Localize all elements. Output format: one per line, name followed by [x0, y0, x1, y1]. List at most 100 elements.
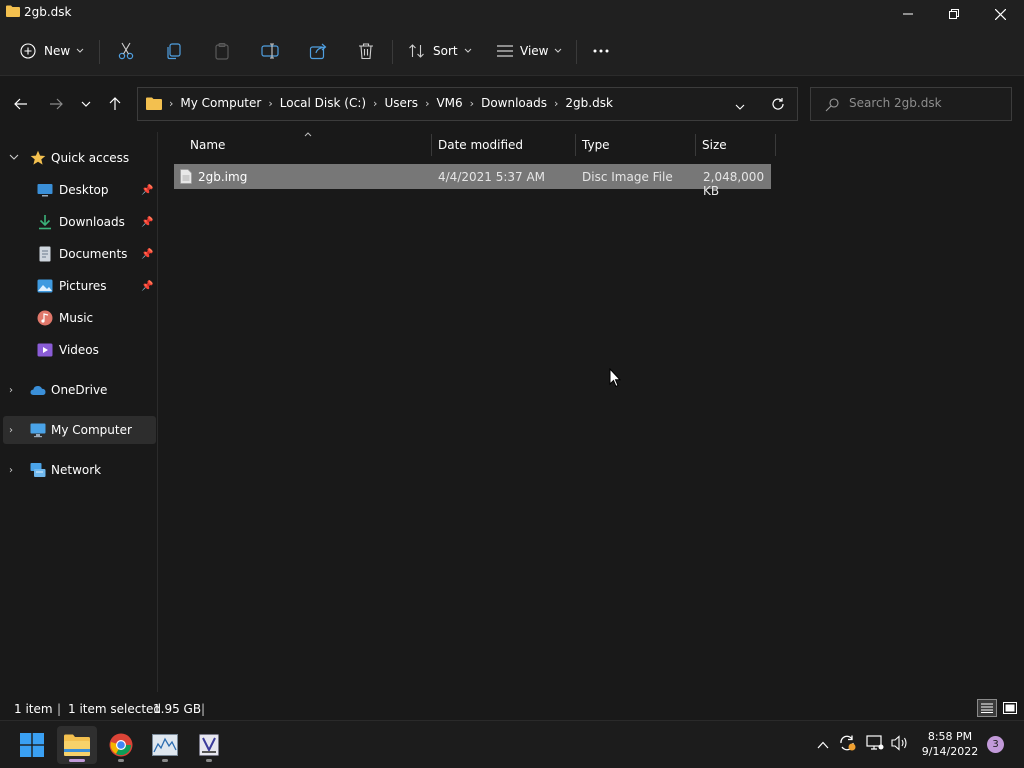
refresh-button[interactable] — [771, 97, 785, 114]
restore-icon — [949, 9, 959, 19]
chrome-icon — [109, 733, 133, 757]
chevron-down-icon — [464, 48, 471, 53]
column-name[interactable]: Name — [190, 138, 225, 152]
chevron-right-icon[interactable]: › — [470, 97, 474, 110]
share-icon — [309, 43, 327, 60]
taskbar-resource-monitor[interactable] — [145, 726, 185, 764]
column-divider[interactable] — [695, 134, 696, 156]
share-button[interactable] — [309, 38, 327, 64]
start-button[interactable] — [12, 726, 52, 764]
network-status-icon — [866, 735, 884, 750]
pin-icon[interactable]: 📌 — [141, 185, 153, 196]
column-divider[interactable] — [431, 134, 432, 156]
sidebar-item-network[interactable]: › Network — [0, 456, 156, 484]
taskbar-chrome[interactable] — [101, 726, 141, 764]
details-view-button[interactable] — [977, 699, 997, 717]
cloud-icon — [30, 386, 46, 395]
crumb-vm6[interactable]: VM6 — [436, 96, 462, 110]
crumb-my-computer[interactable]: My Computer — [180, 96, 261, 110]
column-divider[interactable] — [575, 134, 576, 156]
column-type[interactable]: Type — [582, 138, 610, 152]
column-date-modified[interactable]: Date modified — [438, 138, 523, 152]
search-box[interactable] — [810, 87, 1012, 121]
restore-button[interactable] — [931, 0, 977, 28]
recent-locations-button[interactable] — [74, 94, 98, 114]
app-icon — [199, 734, 219, 756]
file-row[interactable]: 2gb.img 4/4/2021 5:37 AM Disc Image File… — [174, 164, 771, 198]
network-icon — [30, 463, 46, 477]
separator — [576, 40, 577, 64]
minimize-icon — [903, 13, 913, 15]
file-icon — [180, 169, 192, 184]
volume-tray-icon[interactable] — [891, 735, 909, 754]
sidebar-item-label: Network — [51, 463, 102, 477]
chevron-down-icon — [81, 101, 91, 107]
sidebar-item-documents[interactable]: Documents 📌 — [0, 240, 156, 268]
sidebar-item-music[interactable]: Music — [0, 304, 156, 332]
sync-tray-icon[interactable] — [838, 734, 858, 755]
taskbar-file-explorer[interactable] — [57, 726, 97, 764]
crumb-local-disk[interactable]: Local Disk (C:) — [280, 96, 366, 110]
sidebar-item-onedrive[interactable]: › OneDrive — [0, 376, 156, 404]
windows-logo-icon — [20, 733, 44, 757]
pin-icon[interactable]: 📌 — [141, 217, 153, 228]
more-options-button[interactable] — [592, 38, 610, 64]
chevron-right-icon[interactable]: › — [268, 97, 272, 110]
sidebar-item-my-computer[interactable]: › My Computer — [3, 416, 156, 444]
sidebar-item-pictures[interactable]: Pictures 📌 — [0, 272, 156, 300]
crumb-downloads[interactable]: Downloads — [481, 96, 547, 110]
chevron-right-icon[interactable]: › — [425, 97, 429, 110]
pin-icon[interactable]: 📌 — [141, 249, 153, 260]
address-history-button[interactable] — [735, 100, 745, 114]
quick-access-item[interactable]: Quick access — [0, 144, 156, 172]
column-divider[interactable] — [775, 134, 776, 156]
close-icon — [994, 8, 1006, 20]
close-button[interactable] — [977, 0, 1023, 28]
search-input[interactable] — [849, 96, 999, 110]
clock[interactable]: 8:58 PM 9/14/2022 — [918, 729, 982, 759]
minimize-button[interactable] — [885, 0, 931, 28]
network-tray-icon[interactable] — [866, 735, 884, 754]
sidebar-item-videos[interactable]: Videos — [0, 336, 156, 364]
chevron-right-icon[interactable]: › — [554, 97, 558, 110]
crumb-2gb-dsk[interactable]: 2gb.dsk — [565, 96, 613, 110]
up-button[interactable] — [103, 94, 127, 114]
show-hidden-icons-button[interactable] — [817, 738, 829, 752]
chevron-down-icon[interactable] — [9, 154, 19, 161]
chevron-right-icon[interactable]: › — [9, 385, 13, 396]
sidebar-item-label: Videos — [59, 343, 99, 357]
forward-button[interactable] — [44, 94, 68, 114]
sidebar-item-downloads[interactable]: Downloads 📌 — [0, 208, 156, 236]
crumb-users[interactable]: Users — [384, 96, 418, 110]
sidebar-item-desktop[interactable]: Desktop 📌 — [0, 176, 156, 204]
back-button[interactable] — [9, 94, 33, 114]
address-bar[interactable]: › My Computer › Local Disk (C:) › Users … — [137, 87, 798, 121]
column-size[interactable]: Size — [702, 138, 727, 152]
notification-badge[interactable]: 3 — [987, 736, 1004, 753]
new-button[interactable]: New — [20, 38, 84, 64]
clock-time: 8:58 PM — [927, 730, 973, 743]
copy-button[interactable] — [165, 38, 183, 64]
cut-button[interactable] — [117, 38, 135, 64]
chevron-right-icon[interactable]: › — [9, 465, 13, 476]
chevron-right-icon: › — [169, 96, 174, 110]
copy-icon — [167, 43, 181, 60]
delete-button[interactable] — [357, 38, 375, 64]
music-icon — [37, 310, 53, 326]
command-bar: New Sort View — [0, 28, 1024, 76]
view-button[interactable]: View — [496, 38, 562, 64]
running-indicator — [206, 759, 212, 762]
tiles-view-button[interactable] — [1000, 699, 1020, 717]
taskbar-vm-app[interactable] — [189, 726, 229, 764]
chevron-right-icon[interactable]: › — [9, 425, 13, 436]
plus-circle-icon — [20, 43, 36, 59]
item-count: 1 item — [14, 702, 53, 716]
pin-icon[interactable]: 📌 — [141, 281, 153, 292]
chevron-right-icon[interactable]: › — [373, 97, 377, 110]
sort-button[interactable]: Sort — [408, 38, 472, 64]
status-bar: 1 item | 1 item selected 1.95 GB | — [0, 692, 1024, 720]
paste-button[interactable] — [213, 38, 231, 64]
sidebar-item-label: Pictures — [59, 279, 107, 293]
rename-button[interactable] — [261, 38, 279, 64]
view-icon — [497, 45, 513, 57]
